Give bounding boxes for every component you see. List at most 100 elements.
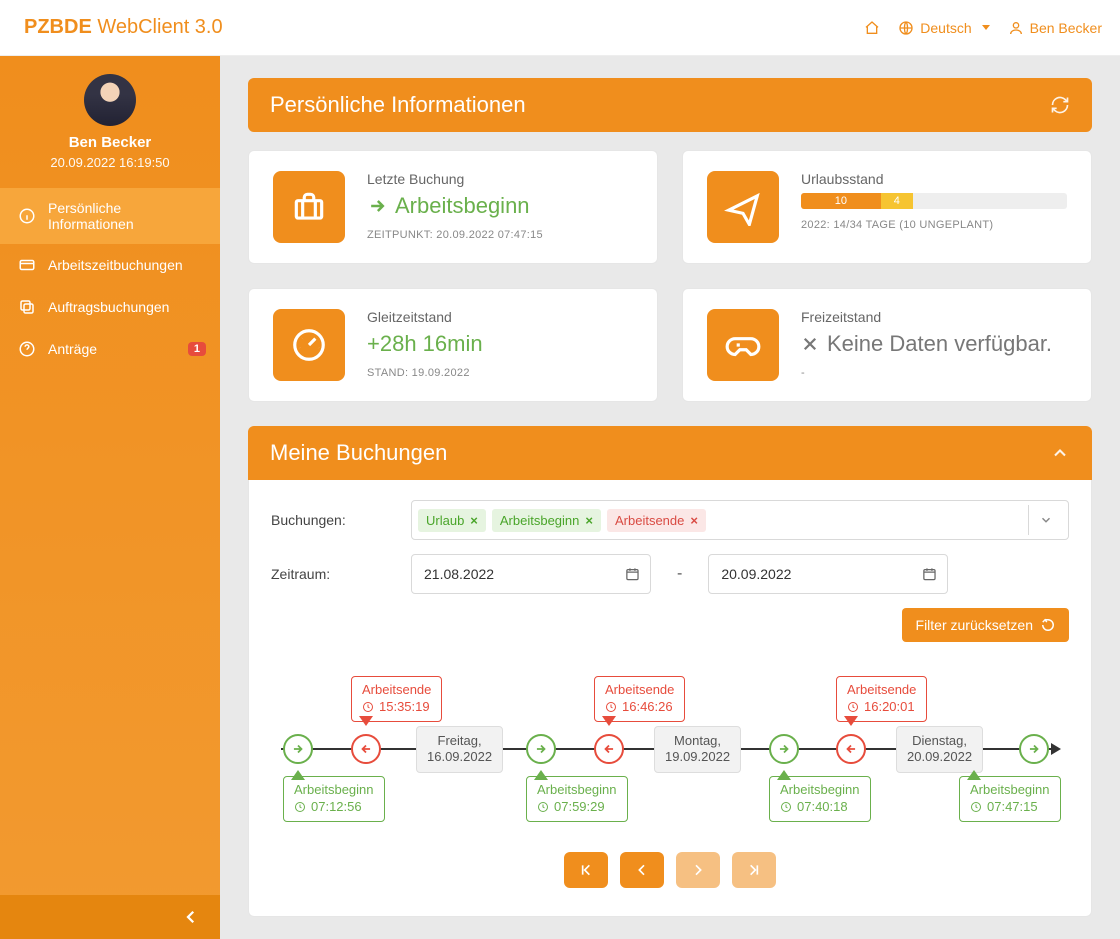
timeline-node[interactable] bbox=[1019, 734, 1049, 764]
card-leisure: Freizeitstand Keine Daten verfügbar. - bbox=[682, 288, 1092, 402]
gamepad-icon bbox=[707, 309, 779, 381]
timeline-event-start: Arbeitsbeginn07:12:56 bbox=[283, 776, 385, 822]
panel-title: Meine Buchungen bbox=[270, 440, 447, 466]
sidebar-item-label: Anträge bbox=[48, 341, 97, 357]
range-label: Zeitraum: bbox=[271, 566, 401, 582]
chevron-up-icon bbox=[1050, 443, 1070, 463]
x-icon bbox=[801, 335, 819, 353]
range-separator: - bbox=[661, 565, 698, 583]
timeline-event-start: Arbeitsbeginn07:59:29 bbox=[526, 776, 628, 822]
page-last-button[interactable] bbox=[732, 852, 776, 888]
filter-tag[interactable]: Urlaub× bbox=[418, 509, 486, 532]
card-value: +28h 16min bbox=[367, 331, 633, 357]
card-sub: 2022: 14/34 TAGE (10 UNGEPLANT) bbox=[801, 219, 1067, 231]
filter-tag[interactable]: Arbeitsbeginn× bbox=[492, 509, 601, 532]
timeline-date-label: Freitag,16.09.2022 bbox=[416, 726, 503, 773]
main: Persönliche Informationen Letzte Buchung… bbox=[220, 56, 1120, 939]
globe-icon bbox=[898, 20, 914, 36]
user-name: Ben Becker bbox=[1030, 20, 1102, 36]
sidebar-item-label: Persönliche Informationen bbox=[48, 200, 202, 232]
chevron-down-icon bbox=[982, 25, 990, 30]
card-vacation: Urlaubsstand 10 4 2022: 14/34 TAGE (10 U… bbox=[682, 150, 1092, 264]
profile-name: Ben Becker bbox=[8, 134, 212, 151]
progress-planned: 4 bbox=[881, 193, 913, 209]
profile-datetime: 20.09.2022 16:19:50 bbox=[8, 155, 212, 170]
card-value: Arbeitsbeginn bbox=[367, 193, 633, 219]
suitcase-icon bbox=[273, 171, 345, 243]
filter-tag[interactable]: Arbeitsende× bbox=[607, 509, 706, 532]
topbar: PZBDE WebClient 3.0 Deutsch Ben Becker bbox=[0, 0, 1120, 56]
timeline-pager bbox=[271, 852, 1069, 888]
bookings-header[interactable]: Meine Buchungen bbox=[248, 426, 1092, 480]
calendar-icon bbox=[625, 566, 640, 582]
page-next-button[interactable] bbox=[676, 852, 720, 888]
timeline-event-end: Arbeitsende16:20:01 bbox=[836, 676, 927, 722]
card-title: Letzte Buchung bbox=[367, 171, 633, 187]
language-dropdown[interactable]: Deutsch bbox=[898, 20, 989, 36]
sidebar-item-order-bookings[interactable]: Auftragsbuchungen bbox=[0, 286, 220, 328]
arrow-right-icon bbox=[367, 196, 387, 216]
home-icon bbox=[864, 20, 880, 36]
sidebar-collapse[interactable] bbox=[0, 895, 220, 939]
chevron-left-icon bbox=[182, 908, 200, 926]
remove-tag-icon[interactable]: × bbox=[690, 513, 698, 528]
card-sub: ZEITPUNKT: 20.09.2022 07:47:15 bbox=[367, 229, 633, 241]
date-from-input[interactable] bbox=[422, 565, 625, 583]
timeline-event-end: Arbeitsende16:46:26 bbox=[594, 676, 685, 722]
plane-icon bbox=[707, 171, 779, 243]
timeline-node[interactable] bbox=[769, 734, 799, 764]
page-first-button[interactable] bbox=[564, 852, 608, 888]
date-from[interactable] bbox=[411, 554, 651, 594]
badge: 1 bbox=[188, 342, 206, 356]
date-to-input[interactable] bbox=[719, 565, 922, 583]
sidebar-item-requests[interactable]: Anträge 1 bbox=[0, 328, 220, 370]
timeline-date-label: Dienstag,20.09.2022 bbox=[896, 726, 983, 773]
user-menu[interactable]: Ben Becker bbox=[1008, 20, 1102, 36]
refresh-icon[interactable] bbox=[1050, 95, 1070, 115]
card-value: Keine Daten verfügbar. bbox=[801, 331, 1067, 357]
page-prev-button[interactable] bbox=[620, 852, 664, 888]
bookings-panel: Meine Buchungen Buchungen: Urlaub×Arbeit… bbox=[248, 426, 1092, 917]
timeline-node[interactable] bbox=[351, 734, 381, 764]
home-link[interactable] bbox=[864, 20, 880, 36]
timeline-event-start: Arbeitsbeginn07:47:15 bbox=[959, 776, 1061, 822]
sidebar: Ben Becker 20.09.2022 16:19:50 Persönlic… bbox=[0, 56, 220, 939]
chevron-down-icon[interactable] bbox=[1028, 505, 1062, 535]
card-title: Freizeitstand bbox=[801, 309, 1067, 325]
sidebar-item-time-bookings[interactable]: Arbeitszeitbuchungen bbox=[0, 244, 220, 286]
timeline-event-end: Arbeitsende15:35:19 bbox=[351, 676, 442, 722]
timeline-date-label: Montag,19.09.2022 bbox=[654, 726, 741, 773]
gauge-icon bbox=[273, 309, 345, 381]
card-last-booking: Letzte Buchung Arbeitsbeginn ZEITPUNKT: … bbox=[248, 150, 658, 264]
sidebar-nav: Persönliche Informationen Arbeitszeitbuc… bbox=[0, 188, 220, 370]
reset-filter-button[interactable]: Filter zurücksetzen bbox=[902, 608, 1069, 642]
remove-tag-icon[interactable]: × bbox=[585, 513, 593, 528]
info-icon bbox=[18, 207, 36, 225]
timeline-node[interactable] bbox=[836, 734, 866, 764]
sidebar-item-personal-info[interactable]: Persönliche Informationen bbox=[0, 188, 220, 244]
sidebar-item-label: Arbeitszeitbuchungen bbox=[48, 257, 183, 273]
timeline-node[interactable] bbox=[283, 734, 313, 764]
timeline: Freitag,16.09.2022 Montag,19.09.2022 Diens… bbox=[271, 670, 1069, 840]
personal-info-header: Persönliche Informationen bbox=[248, 78, 1092, 132]
profile-block: Ben Becker 20.09.2022 16:19:50 bbox=[0, 56, 220, 178]
progress-used: 10 bbox=[801, 193, 881, 209]
card-sub: STAND: 19.09.2022 bbox=[367, 367, 633, 379]
avatar bbox=[84, 74, 136, 126]
calendar-icon bbox=[922, 566, 937, 582]
timeline-event-start: Arbeitsbeginn07:40:18 bbox=[769, 776, 871, 822]
bookings-tag-select[interactable]: Urlaub× Arbeitsbeginn× Arbeitsende× bbox=[411, 500, 1069, 540]
card-flextime: Gleitzeitstand +28h 16min STAND: 19.09.2… bbox=[248, 288, 658, 402]
card-title: Urlaubsstand bbox=[801, 171, 1067, 187]
timeline-node[interactable] bbox=[526, 734, 556, 764]
bookings-body: Buchungen: Urlaub×Arbeitsbeginn×Arbeitse… bbox=[248, 480, 1092, 917]
remove-tag-icon[interactable]: × bbox=[470, 513, 478, 528]
card-title: Gleitzeitstand bbox=[367, 309, 633, 325]
undo-icon bbox=[1041, 618, 1055, 632]
language-label: Deutsch bbox=[920, 20, 971, 36]
copy-icon bbox=[18, 298, 36, 316]
sidebar-item-label: Auftragsbuchungen bbox=[48, 299, 169, 315]
card-icon bbox=[18, 256, 36, 274]
date-to[interactable] bbox=[708, 554, 948, 594]
timeline-node[interactable] bbox=[594, 734, 624, 764]
